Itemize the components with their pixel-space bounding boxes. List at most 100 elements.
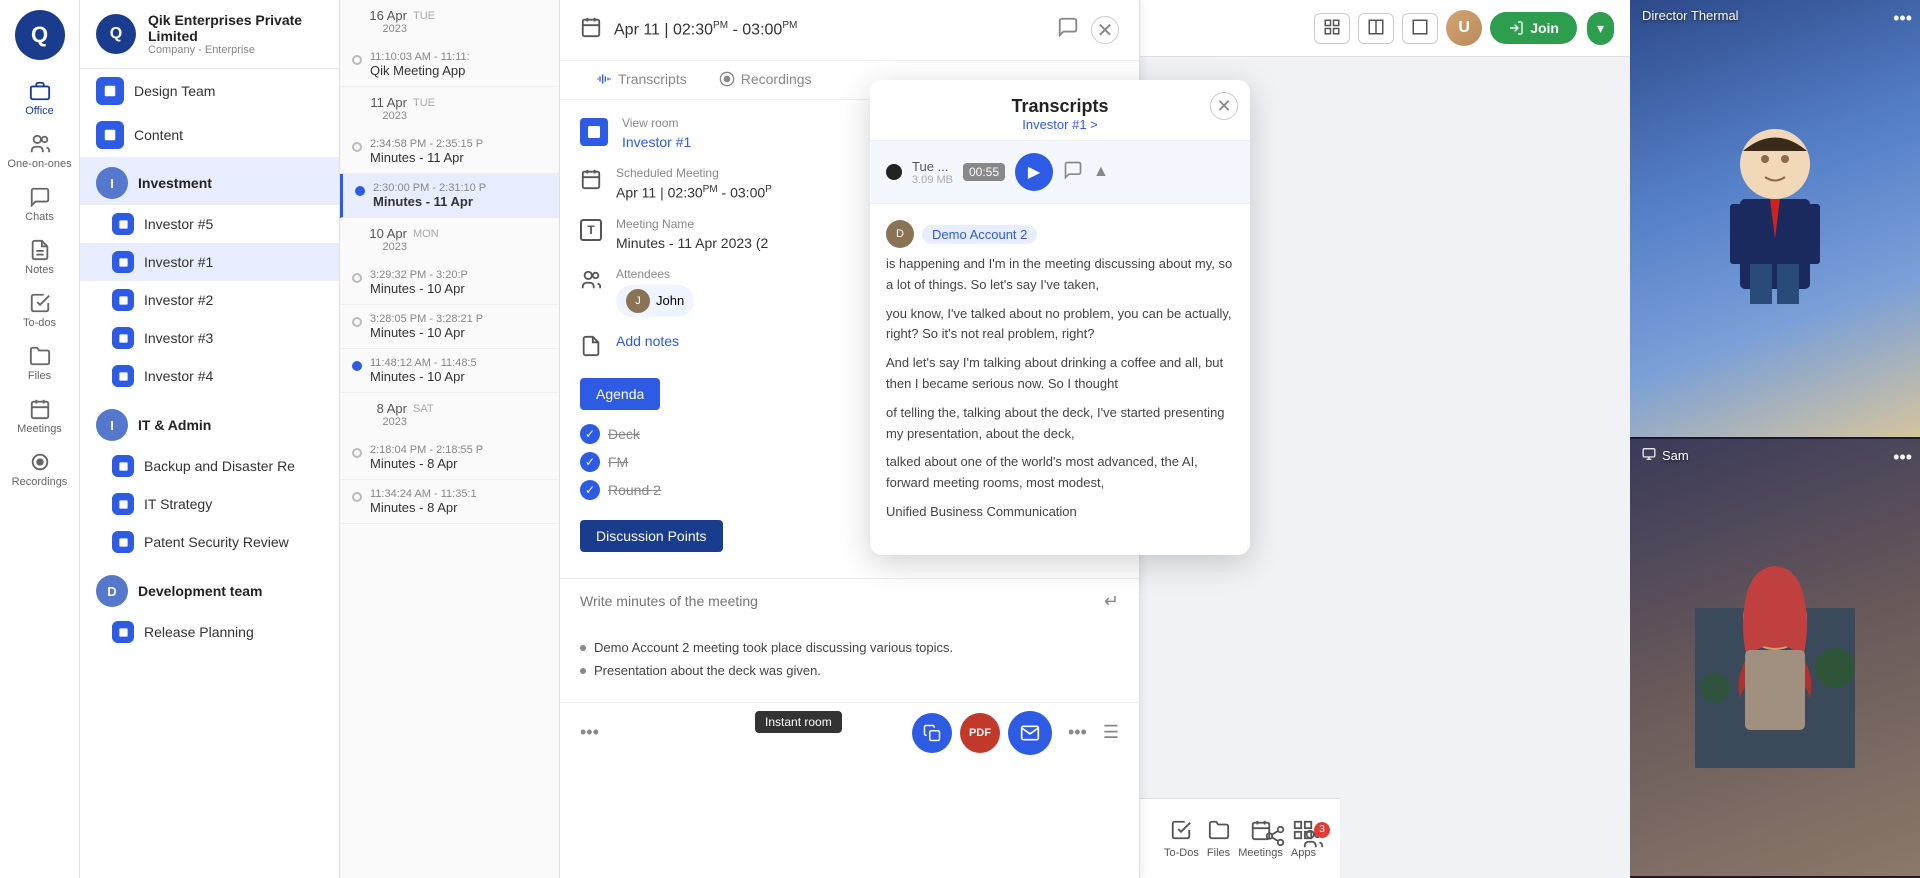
meeting-item-8apr-1[interactable]: 2:18:04 PM - 2:18:55 P Minutes - 8 Apr (340, 436, 559, 480)
meeting-item-10apr-1[interactable]: 3:29:32 PM - 3:20:P Minutes - 10 Apr (340, 261, 559, 305)
join-dropdown-button[interactable]: ▾ (1587, 12, 1614, 45)
summary-text-1: Demo Account 2 meeting took place discus… (594, 640, 953, 655)
channel-investor-3[interactable]: Investor #3 (80, 319, 339, 357)
sidebar-item-notes[interactable]: Notes (0, 231, 79, 284)
user-avatar[interactable]: U (1446, 10, 1482, 46)
channel-design-team[interactable]: Design Team (80, 69, 339, 113)
agenda-check-deck: ✓ (580, 424, 600, 444)
action-buttons: ••• PDF ••• ☰ (560, 702, 1139, 763)
grid-icon (1323, 18, 1341, 36)
meeting-dot-gray-3 (352, 273, 362, 283)
section-it-admin[interactable]: I IT & Admin (80, 395, 339, 447)
join-label: Join (1530, 20, 1559, 36)
meeting-item-10apr-3[interactable]: 11:48:12 AM - 11:48:5 Minutes - 10 Apr (340, 349, 559, 393)
write-minutes-input[interactable] (580, 593, 1094, 609)
sidebar-item-todos[interactable]: To-dos (0, 284, 79, 337)
channel-icon-content (96, 121, 124, 149)
bottom-action-bar: To-Dos Files Meetings Apps 3 (1140, 798, 1340, 878)
section-dev-team[interactable]: D Development team (80, 561, 339, 613)
send-minutes-icon[interactable]: ↵ (1104, 591, 1119, 612)
tab-transcripts[interactable]: Transcripts (580, 61, 703, 99)
video-tile-sam: Sam ••• (1630, 439, 1920, 878)
chat-action-icon[interactable] (1057, 16, 1079, 44)
section-investment[interactable]: I Investment (80, 157, 339, 205)
join-icon (1508, 20, 1524, 36)
tab-recordings[interactable]: Recordings (703, 61, 828, 99)
chat-icon (29, 186, 51, 208)
sidebar-item-todos-label: To-dos (23, 317, 56, 329)
screen-share-icon (1642, 447, 1656, 464)
person-illustration-1 (1695, 109, 1855, 329)
record-dot-icon (886, 164, 902, 180)
notes-icon (29, 239, 51, 261)
pdf-button[interactable]: PDF (960, 713, 1000, 753)
sidebar-item-recordings[interactable]: Recordings (0, 443, 79, 496)
company-logo-icon[interactable]: Q (15, 10, 65, 60)
channel-investor-5[interactable]: Investor #5 (80, 205, 339, 243)
channel-it-strategy[interactable]: IT Strategy (80, 485, 339, 523)
bottom-files[interactable]: Files (1207, 819, 1230, 859)
sq-icon-2 (118, 257, 129, 268)
close-detail-button[interactable]: ✕ (1091, 16, 1119, 44)
join-button[interactable]: Join (1490, 12, 1577, 44)
split-icon (1367, 18, 1385, 36)
meeting-item-16apr-qik[interactable]: 11:10:03 AM - 11:11: Qik Meeting App (340, 43, 559, 87)
files-bottom-label: Files (1207, 847, 1230, 859)
single-view-button[interactable] (1402, 13, 1438, 44)
email-button[interactable] (1008, 711, 1052, 755)
pdf-label: PDF (969, 727, 991, 739)
sidebar-item-one-on-ones[interactable]: One-on-ones (0, 125, 79, 178)
channel-investor5-label: Investor #5 (144, 216, 213, 232)
sidebar-item-files[interactable]: Files (0, 337, 79, 390)
video-tile-sam-name-area: Sam (1642, 447, 1689, 464)
add-notes-button[interactable]: Add notes (616, 333, 679, 349)
more-options-icon[interactable]: ••• (1068, 722, 1087, 743)
channel-icon-inv5 (112, 213, 134, 235)
meeting-list: 16 Apr 2023 TUE 11:10:03 AM - 11:11: Qik… (340, 0, 560, 878)
video-tile-2-dots[interactable]: ••• (1893, 447, 1912, 468)
tab-recordings-label: Recordings (741, 71, 812, 87)
sidebar-item-office[interactable]: Office (0, 72, 79, 125)
split-view-button[interactable] (1358, 13, 1394, 44)
transcript-modal-close-button[interactable]: ✕ (1210, 92, 1238, 120)
attendees-icon (580, 269, 602, 296)
email-icon (1020, 723, 1040, 743)
transcript-modal-subtitle[interactable]: Investor #1 > (1022, 117, 1098, 132)
transcript-sender: D Demo Account 2 (886, 220, 1234, 248)
sidebar-item-meetings[interactable]: Meetings (0, 390, 79, 443)
channel-content[interactable]: Content (80, 113, 339, 157)
people-count[interactable]: 3 (1302, 828, 1324, 850)
video-tile-1-dots[interactable]: ••• (1893, 8, 1912, 29)
meeting-item-11apr-2[interactable]: 2:30:00 PM - 2:31:10 P Minutes - 11 Apr (340, 174, 559, 218)
more-action-icon[interactable]: ••• (580, 722, 599, 743)
summary-section: Demo Account 2 meeting took place discus… (560, 624, 1139, 702)
grid-view-button[interactable] (1314, 13, 1350, 44)
meeting-item-11apr-1[interactable]: 2:34:58 PM - 2:35:15 P Minutes - 11 Apr (340, 130, 559, 174)
channel-investor-1[interactable]: Investor #1 (80, 243, 339, 281)
channel-patent[interactable]: Patent Security Review (80, 523, 339, 561)
list-icon[interactable]: ☰ (1103, 722, 1119, 743)
transcript-text-1: is happening and I'm in the meeting disc… (886, 254, 1234, 296)
channel-investor-4[interactable]: Investor #4 (80, 357, 339, 395)
channel-backup[interactable]: Backup and Disaster Re (80, 447, 339, 485)
main-content: Apr 11 | 02:30PM - 03:00PM ✕ Transcripts… (560, 0, 1630, 878)
share-icon[interactable] (1264, 825, 1286, 852)
audio-play-button[interactable]: ▶ (1015, 153, 1053, 191)
transcript-modal-header: ✕ Transcripts Investor #1 > (870, 80, 1250, 141)
transcript-message-1: D Demo Account 2 is happening and I'm in… (886, 220, 1234, 523)
detail-header-actions: ✕ (1057, 16, 1119, 44)
todos-bottom-icon (1170, 819, 1192, 841)
files-icon (29, 345, 51, 367)
bottom-todos[interactable]: To-Dos (1164, 819, 1199, 859)
meeting-item-8apr-2[interactable]: 11:34:24 AM - 11:35:1 Minutes - 8 Apr (340, 480, 559, 524)
sidebar-item-chats[interactable]: Chats (0, 178, 79, 231)
audio-chat-icon[interactable] (1063, 160, 1083, 185)
section-dev-avatar: D (96, 575, 128, 607)
copy-button[interactable] (912, 713, 952, 753)
meeting-date-16apr: 16 Apr 2023 TUE (340, 0, 559, 43)
channel-release[interactable]: Release Planning (80, 613, 339, 651)
meeting-item-10apr-2[interactable]: 3:28:05 PM - 3:28:21 P Minutes - 10 Apr (340, 305, 559, 349)
audio-chevron-up-icon[interactable]: ▲ (1093, 163, 1109, 181)
channel-investor-2[interactable]: Investor #2 (80, 281, 339, 319)
waveform-icon (596, 71, 612, 87)
